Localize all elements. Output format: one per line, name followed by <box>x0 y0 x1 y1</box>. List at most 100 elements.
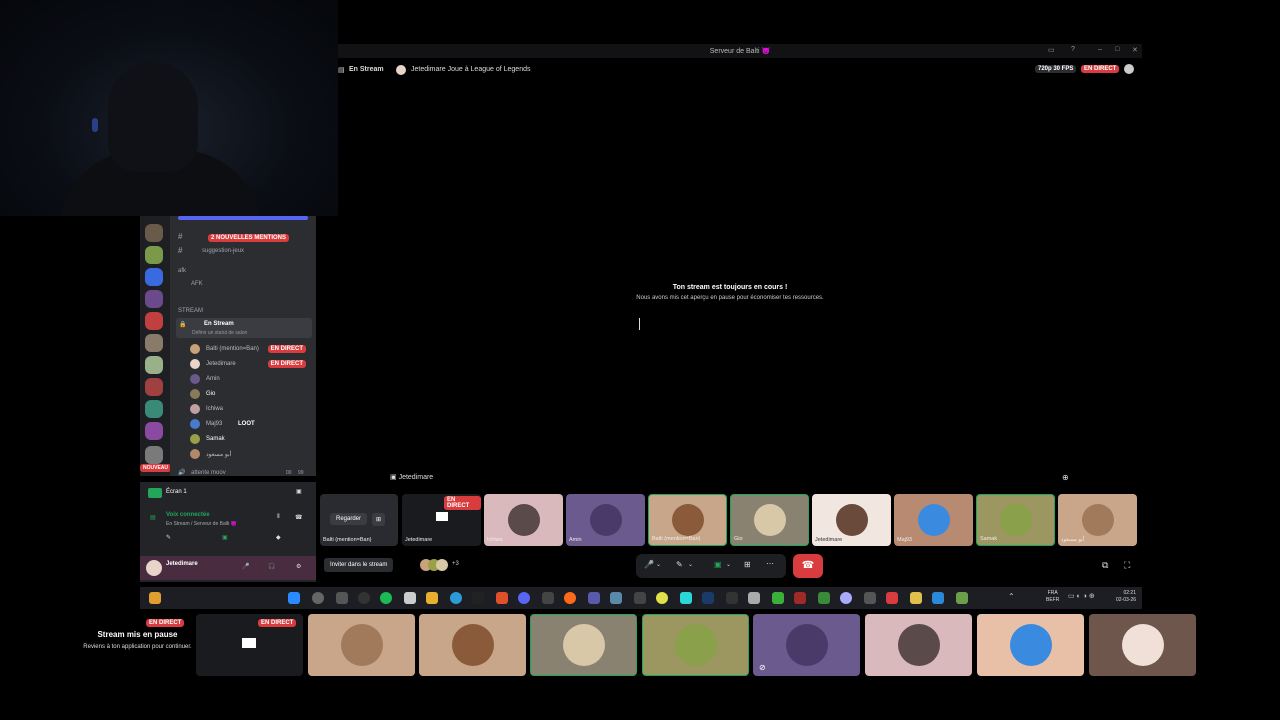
xbox-icon[interactable] <box>358 592 370 604</box>
participant-tile[interactable]: Gio <box>730 494 809 546</box>
microphone-icon[interactable]: 🎤 <box>644 560 654 569</box>
participant-tile[interactable] <box>530 614 637 676</box>
voice-location[interactable]: En Stream / Serveur de Balti 😈 <box>166 521 237 527</box>
search-icon[interactable] <box>312 592 324 604</box>
clock[interactable]: 02:21 02-03-26 <box>1106 590 1136 604</box>
voice-status[interactable]: Voix connectée <box>166 512 210 518</box>
app-icon[interactable] <box>864 592 876 604</box>
username[interactable]: Jetedimare <box>166 561 198 567</box>
app-icon[interactable] <box>910 592 922 604</box>
maximize-button[interactable]: □ <box>1115 46 1119 53</box>
chevron-down-icon[interactable]: ⌄ <box>726 561 731 568</box>
app-icon[interactable] <box>748 592 760 604</box>
start-icon[interactable] <box>288 592 300 604</box>
discord-icon[interactable] <box>518 592 530 604</box>
participant-tile[interactable] <box>977 614 1084 676</box>
participant-tile[interactable] <box>865 614 972 676</box>
activities-icon[interactable]: ⊞ <box>744 560 751 569</box>
server-icon[interactable] <box>145 334 163 352</box>
participant-tile[interactable]: Samak <box>976 494 1055 546</box>
app-icon[interactable] <box>818 592 830 604</box>
help-icon[interactable]: ? <box>1071 46 1075 53</box>
chat-icon[interactable] <box>1124 64 1134 74</box>
participant-tile[interactable] <box>419 614 526 676</box>
participant-tile[interactable] <box>642 614 749 676</box>
edge-icon[interactable] <box>450 592 462 604</box>
participant-tile[interactable]: EN DIRECT Jetedimare <box>402 494 481 546</box>
server-icon[interactable] <box>145 422 163 440</box>
participant-tile[interactable]: Ichiwa <box>484 494 563 546</box>
app-icon[interactable] <box>656 592 668 604</box>
folder-icon[interactable] <box>426 592 438 604</box>
microphone-icon[interactable]: 🎤 <box>242 563 249 570</box>
app-icon[interactable] <box>634 592 646 604</box>
app-icon[interactable] <box>564 592 576 604</box>
mentions-badge[interactable]: 2 NOUVELLES MENTIONS <box>208 234 290 242</box>
zoom-icon[interactable]: ⊕ <box>1062 473 1069 482</box>
gear-icon[interactable]: ⚙ <box>296 563 301 570</box>
chevron-up-icon[interactable]: ⌃ <box>1008 592 1015 601</box>
voice-member[interactable]: Amin <box>190 374 310 386</box>
activities-icon[interactable]: ◆ <box>276 534 281 541</box>
language-indicator[interactable]: FRA BEFR <box>1046 590 1059 604</box>
widgets-icon[interactable] <box>149 592 161 604</box>
app-icon[interactable] <box>840 592 852 604</box>
invite-button[interactable]: Inviter dans le stream <box>324 558 394 572</box>
brave-icon[interactable] <box>496 592 508 604</box>
participant-tile[interactable]: Amin <box>566 494 645 546</box>
participant-tile[interactable]: ⊘ <box>753 614 860 676</box>
participant-tile[interactable]: Maj93 <box>894 494 973 546</box>
app-icon[interactable] <box>794 592 806 604</box>
participant-tile[interactable]: أبو مسعود <box>1058 494 1137 546</box>
app-icon[interactable] <box>932 592 944 604</box>
participant-tile[interactable] <box>1089 614 1196 676</box>
noise-suppression-icon[interactable]: ⦀ <box>277 514 280 521</box>
participant-tile[interactable]: Jetedimare <box>812 494 891 546</box>
server-icon[interactable] <box>145 268 163 286</box>
app-icon[interactable] <box>886 592 898 604</box>
fullscreen-icon[interactable]: ⛶ <box>1124 560 1130 571</box>
app-icon[interactable] <box>610 592 622 604</box>
headphones-icon[interactable]: 🎧 <box>268 563 275 570</box>
screen-share-icon[interactable]: ▣ <box>714 560 722 569</box>
voice-member[interactable]: Gio <box>190 389 310 401</box>
app-icon[interactable] <box>588 592 600 604</box>
server-icon[interactable] <box>145 312 163 330</box>
server-icon[interactable] <box>145 224 163 242</box>
minimize-button[interactable]: – <box>1098 46 1102 53</box>
voice-member[interactable]: Ichiwa <box>190 404 310 416</box>
app-icon[interactable] <box>956 592 968 604</box>
chevron-down-icon[interactable]: ⌄ <box>688 561 693 568</box>
voice-member[interactable]: أبو مسعود <box>190 449 310 461</box>
participant-tile[interactable]: Balti (mention=Ban) <box>648 494 727 546</box>
steam-icon[interactable] <box>702 592 714 604</box>
voice-member[interactable]: Jetedimare EN DIRECT <box>190 359 310 371</box>
server-icon[interactable] <box>145 400 163 418</box>
channel-attente-moov[interactable]: attente moov <box>191 470 226 476</box>
popout-icon[interactable]: ⧉ <box>1102 560 1108 571</box>
close-button[interactable]: ✕ <box>1132 46 1138 54</box>
more-options-icon[interactable]: ⋯ <box>766 559 774 568</box>
server-icon[interactable] <box>145 246 163 264</box>
channel-suggestion-jeux[interactable]: suggestion-jeux <box>202 248 244 254</box>
participant-stack[interactable]: +3 <box>420 558 468 572</box>
voice-member[interactable]: Samak <box>190 434 310 446</box>
tiktok-icon[interactable] <box>472 592 484 604</box>
server-icon[interactable] <box>145 446 163 464</box>
disconnect-button[interactable]: ☎ <box>793 554 823 578</box>
channel-afk-category[interactable]: afk <box>178 268 186 274</box>
camera-icon[interactable]: ✎ <box>676 560 683 569</box>
voice-member[interactable]: Maj93 LOOT <box>190 419 310 431</box>
disconnect-icon[interactable]: ☎ <box>295 514 302 521</box>
voice-channel-status[interactable]: Définir un statut de salon <box>192 330 247 336</box>
channel-afk[interactable]: AFK <box>191 281 203 287</box>
section-stream[interactable]: STREAM <box>178 308 203 314</box>
server-icon[interactable] <box>145 356 163 374</box>
screen-share-button[interactable]: ▣ <box>222 534 228 541</box>
server-icon[interactable] <box>145 290 163 308</box>
watch-button[interactable]: Regarder <box>330 513 368 525</box>
system-tray-icons[interactable]: ▭ ◐ ◑ ⊕ <box>1068 592 1095 600</box>
voice-channel-en-stream[interactable]: 🔒 En Stream Définir un statut de salon <box>176 318 312 338</box>
voice-member[interactable]: Balti (mention=Ban) EN DIRECT <box>190 344 310 356</box>
screen-settings-icon[interactable]: ▣ <box>296 488 302 495</box>
